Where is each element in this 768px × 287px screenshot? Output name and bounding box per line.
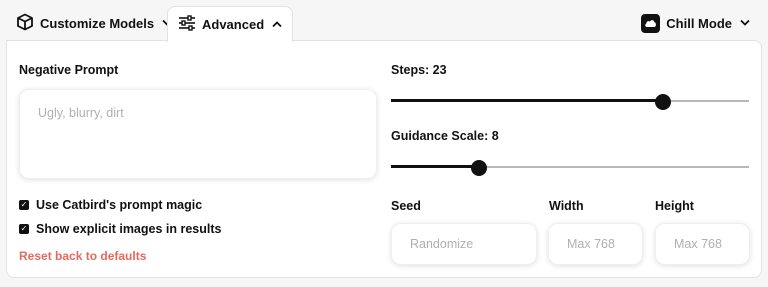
explicit-images-checkbox[interactable]: ✓ — [19, 224, 29, 234]
explicit-images-label: Show explicit images in results — [36, 222, 222, 236]
prompt-magic-label: Use Catbird's prompt magic — [36, 198, 203, 212]
prompt-magic-checkbox[interactable]: ✓ — [19, 200, 29, 210]
seed-placeholder: Randomize — [410, 237, 474, 251]
cube-icon — [16, 13, 34, 34]
slider-thumb[interactable] — [470, 160, 487, 176]
mode-label: Chill Mode — [666, 15, 732, 31]
width-label: Width — [549, 199, 584, 213]
slider-thumb[interactable] — [655, 94, 672, 110]
explicit-images-checkbox-row[interactable]: ✓ Show explicit images in results — [19, 222, 221, 236]
slider-fill — [391, 99, 664, 102]
height-input[interactable]: Max 768 — [655, 223, 750, 265]
mode-selector[interactable]: Chill Mode — [631, 6, 760, 40]
tab-customize-label: Customize Models — [40, 15, 155, 31]
prompt-magic-checkbox-row[interactable]: ✓ Use Catbird's prompt magic — [19, 198, 202, 212]
guidance-scale-slider[interactable] — [391, 160, 749, 176]
seed-input[interactable]: Randomize — [391, 223, 537, 265]
chevron-up-icon — [272, 19, 282, 31]
tab-advanced-label: Advanced — [202, 17, 265, 32]
negative-prompt-placeholder: Ugly, blurry, dirt — [38, 106, 124, 120]
tab-customize-models[interactable]: Customize Models — [6, 6, 182, 40]
chevron-down-icon — [740, 17, 750, 29]
height-placeholder: Max 768 — [674, 237, 722, 251]
steps-slider[interactable] — [391, 94, 749, 110]
cloud-icon — [641, 13, 661, 33]
sliders-icon — [178, 15, 196, 34]
advanced-settings-panel: Negative Prompt Ugly, blurry, dirt ✓ Use… — [6, 40, 762, 278]
tab-advanced[interactable]: Advanced — [167, 6, 294, 42]
width-input[interactable]: Max 768 — [548, 223, 643, 265]
height-label: Height — [655, 199, 694, 213]
negative-prompt-input[interactable]: Ugly, blurry, dirt — [19, 89, 377, 179]
width-placeholder: Max 768 — [567, 237, 615, 251]
seed-label: Seed — [391, 199, 421, 213]
guidance-scale-label: Guidance Scale: 8 — [391, 129, 499, 143]
reset-defaults-link[interactable]: Reset back to defaults — [19, 249, 146, 263]
steps-label: Steps: 23 — [391, 63, 447, 77]
negative-prompt-label: Negative Prompt — [19, 63, 119, 77]
slider-fill — [391, 165, 479, 168]
